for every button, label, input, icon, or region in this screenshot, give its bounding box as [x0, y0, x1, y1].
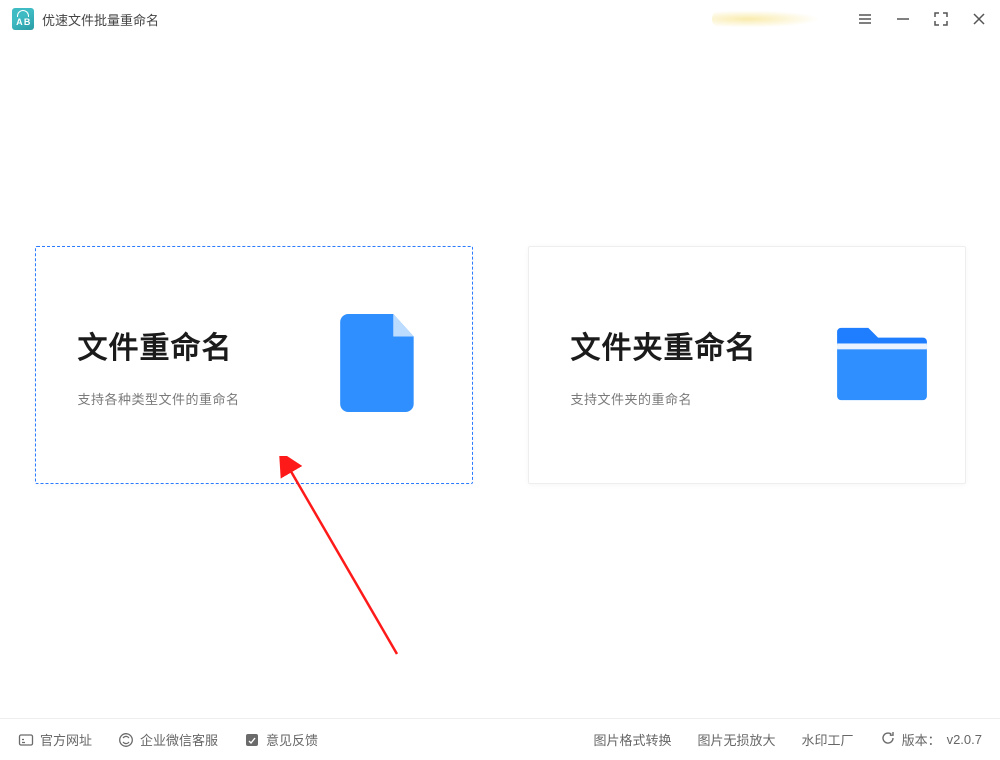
- card-file-rename[interactable]: 文件重命名 支持各种类型文件的重命名: [35, 246, 473, 484]
- title-bar: A B 优速文件批量重命名: [0, 0, 1000, 38]
- link-img-convert[interactable]: 图片格式转换: [594, 730, 672, 749]
- link-wechat-support-label: 企业微信客服: [140, 730, 218, 749]
- file-icon: [340, 314, 436, 417]
- link-wechat-support[interactable]: 企业微信客服: [118, 730, 218, 749]
- header-decoration: [712, 9, 832, 29]
- link-img-upscale[interactable]: 图片无损放大: [698, 730, 776, 749]
- window-controls: [856, 10, 988, 28]
- website-icon: [18, 732, 34, 748]
- card-file-rename-subtitle: 支持各种类型文件的重命名: [78, 389, 240, 408]
- menu-icon[interactable]: [856, 10, 874, 28]
- app-logo-icon: A B: [12, 8, 34, 30]
- card-file-rename-title: 文件重命名: [78, 323, 233, 367]
- link-watermark[interactable]: 水印工厂: [802, 730, 854, 749]
- link-official-site[interactable]: 官方网址: [18, 730, 92, 749]
- link-feedback-label: 意见反馈: [266, 730, 318, 749]
- main-area: 文件重命名 支持各种类型文件的重命名 文件夹重命名 支持文件夹的重命名: [0, 38, 1000, 718]
- version-value: v2.0.7: [947, 732, 982, 747]
- bottom-bar: 官方网址 企业微信客服 意见反馈 图片格式转换 图片无损放大 水印工厂 版本： v…: [0, 718, 1000, 760]
- card-folder-rename-title: 文件夹重命名: [571, 323, 757, 367]
- folder-icon: [833, 322, 929, 409]
- annotation-arrow-icon: [275, 456, 415, 676]
- close-icon[interactable]: [970, 10, 988, 28]
- refresh-icon[interactable]: [880, 730, 896, 749]
- card-folder-rename-subtitle: 支持文件夹的重命名: [571, 389, 693, 408]
- link-official-site-label: 官方网址: [40, 730, 92, 749]
- minimize-icon[interactable]: [894, 10, 912, 28]
- wechat-icon: [118, 732, 134, 748]
- card-folder-rename[interactable]: 文件夹重命名 支持文件夹的重命名: [528, 246, 966, 484]
- app-title: 优速文件批量重命名: [42, 10, 159, 29]
- version-label: 版本：: [902, 730, 941, 749]
- fullscreen-icon[interactable]: [932, 10, 950, 28]
- feedback-icon: [244, 732, 260, 748]
- link-feedback[interactable]: 意见反馈: [244, 730, 318, 749]
